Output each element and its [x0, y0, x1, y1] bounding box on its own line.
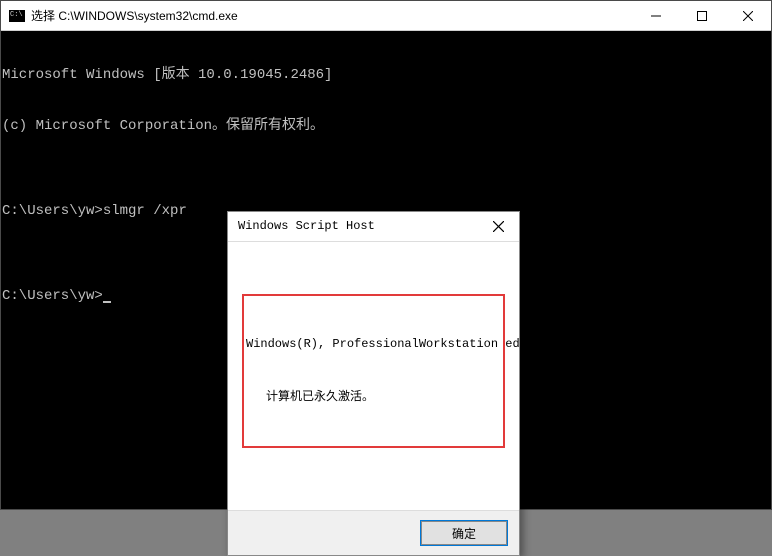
cmd-window: 选择 C:\WINDOWS\system32\cmd.exe Microsoft… [0, 0, 772, 510]
minimize-button[interactable] [633, 1, 679, 30]
dialog-footer: 确定 [228, 510, 519, 555]
cursor [103, 301, 111, 303]
terminal-line: Microsoft Windows [版本 10.0.19045.2486] [1, 67, 771, 84]
cmd-icon [9, 10, 25, 22]
window-controls [633, 1, 771, 30]
minimize-icon [651, 11, 661, 21]
script-host-dialog: Windows Script Host Windows(R), Professi… [227, 211, 520, 556]
window-title: 选择 C:\WINDOWS\system32\cmd.exe [31, 7, 633, 24]
dialog-titlebar[interactable]: Windows Script Host [228, 212, 519, 242]
ok-button[interactable]: 确定 [421, 521, 507, 545]
close-icon [743, 11, 753, 21]
terminal-line: (c) Microsoft Corporation。保留所有权利。 [1, 118, 771, 135]
dialog-body: Windows(R), ProfessionalWorkstation edit… [228, 242, 519, 510]
maximize-icon [697, 11, 707, 21]
terminal-area[interactable]: Microsoft Windows [版本 10.0.19045.2486] (… [1, 31, 771, 509]
close-icon [493, 221, 504, 232]
highlight-annotation: Windows(R), ProfessionalWorkstation edit… [242, 294, 505, 448]
close-button[interactable] [725, 1, 771, 30]
dialog-close-button[interactable] [477, 212, 519, 241]
prompt-path: C:\Users\yw> [2, 288, 103, 304]
dialog-message-line2: 计算机已永久激活。 [246, 389, 497, 406]
maximize-button[interactable] [679, 1, 725, 30]
prompt-command: slmgr /xpr [103, 203, 187, 219]
dialog-title: Windows Script Host [238, 218, 477, 235]
dialog-message-line1: Windows(R), ProfessionalWorkstation edit… [246, 336, 497, 353]
titlebar[interactable]: 选择 C:\WINDOWS\system32\cmd.exe [1, 1, 771, 31]
prompt-path: C:\Users\yw> [2, 203, 103, 219]
